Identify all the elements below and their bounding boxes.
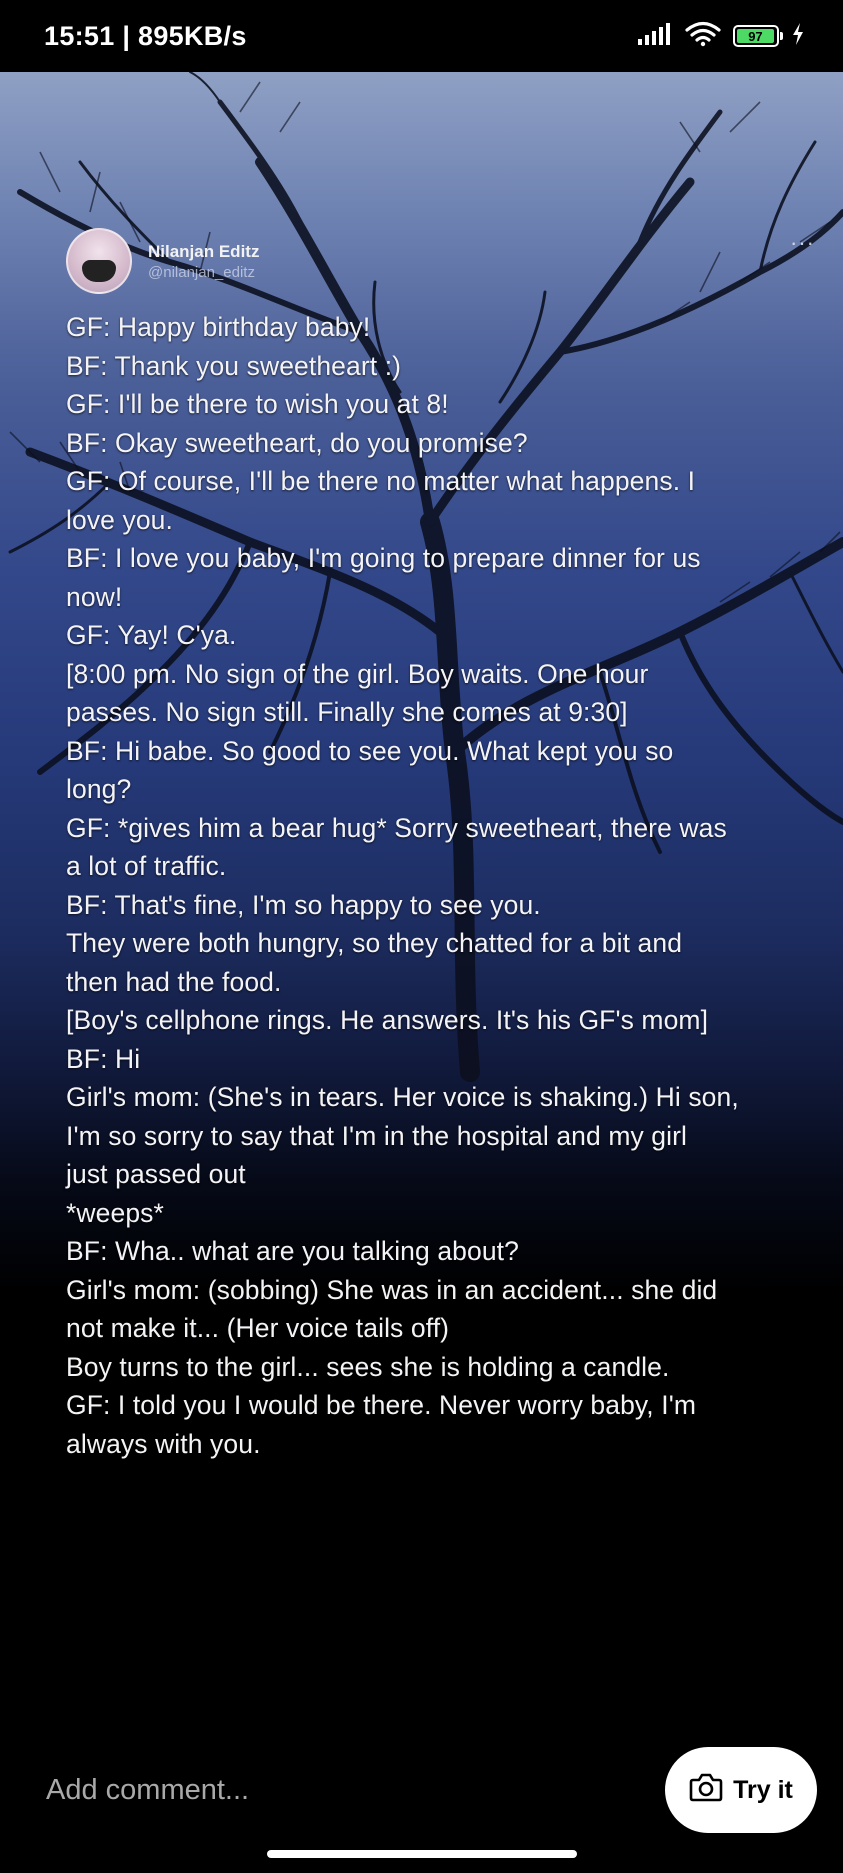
signal-icon: [637, 22, 673, 51]
story-line: love you.: [66, 504, 173, 535]
story-line: GF: I'll be there to wish you at 8!: [66, 389, 449, 419]
story-line: passes. No sign still. Finally she comes…: [66, 697, 628, 727]
story-line: [Boy's cellphone rings. He answers. It's…: [66, 1005, 709, 1035]
story-line: BF: Okay sweetheart, do you promise?: [66, 427, 528, 458]
wifi-icon: [685, 21, 721, 52]
story-line: GF: I told you I would be there. Never w…: [66, 1390, 697, 1420]
author-info: Nilanjan Editz @nilanjan_editz: [148, 242, 259, 281]
story-line: BF: Hi: [66, 1043, 141, 1074]
story-line: BF: Hi babe. So good to see you. What ke…: [66, 735, 674, 766]
author-name: Nilanjan Editz: [148, 241, 260, 261]
story-line: always with you.: [66, 1428, 261, 1459]
story-line: GF: Of course, I'll be there no matter w…: [66, 466, 696, 496]
try-it-button[interactable]: Try it: [665, 1747, 817, 1833]
story-line: now!: [66, 581, 123, 612]
story-line: just passed out: [66, 1159, 246, 1189]
story-line: then had the food.: [66, 966, 282, 997]
story-line: a lot of traffic.: [66, 851, 227, 881]
try-it-label: Try it: [733, 1775, 793, 1804]
author-handle: @nilanjan_editz: [148, 263, 255, 281]
story-line: not make it... (Her voice tails off): [66, 1313, 450, 1343]
comment-bar: Try it: [0, 1740, 843, 1840]
camera-icon: [689, 1772, 723, 1809]
avatar[interactable]: [66, 228, 132, 294]
story-line: Boy turns to the girl... sees she is hol…: [66, 1351, 670, 1382]
status-time-speed: 15:51 | 895KB/s: [44, 20, 247, 51]
story-line: They were both hungry, so they chatted f…: [66, 928, 683, 958]
story-line: GF: *gives him a bear hug* Sorry sweethe…: [66, 812, 727, 843]
charging-bolt-icon: [791, 22, 805, 51]
add-comment-input[interactable]: [44, 1772, 608, 1808]
story-line: *weeps*: [66, 1197, 164, 1228]
battery-level: 97: [737, 29, 774, 44]
home-indicator[interactable]: [267, 1850, 577, 1858]
story-text: GF: Happy birthday baby! BF: Thank you sw…: [66, 308, 806, 1463]
post-header: Nilanjan Editz @nilanjan_editz: [66, 228, 259, 294]
post-media[interactable]: Nilanjan Editz @nilanjan_editz ··· GF: H…: [0, 72, 843, 1492]
story-line: Girl's mom: (sobbing) She was in an acci…: [66, 1274, 718, 1305]
story-line: GF: Happy birthday baby!: [66, 312, 371, 342]
story-line: BF: Thank you sweetheart :): [66, 350, 402, 381]
story-line: BF: That's fine, I'm so happy to see you…: [66, 889, 541, 920]
status-bar: 15:51 | 895KB/s 97: [0, 0, 843, 72]
more-options-icon: ···: [790, 230, 815, 255]
story-line: GF: Yay! C'ya.: [66, 620, 237, 650]
story-line: [8:00 pm. No sign of the girl. Boy waits…: [66, 658, 649, 689]
story-line: Girl's mom: (She's in tears. Her voice i…: [66, 1082, 739, 1112]
status-icons: 97: [637, 21, 805, 52]
battery-icon: 97: [733, 25, 783, 47]
story-line: I'm so sorry to say that I'm in the hosp…: [66, 1120, 688, 1151]
story-line: BF: Wha.. what are you talking about?: [66, 1236, 519, 1266]
story-line: long?: [66, 774, 132, 804]
story-line: BF: I love you baby, I'm going to prepar…: [66, 543, 701, 573]
